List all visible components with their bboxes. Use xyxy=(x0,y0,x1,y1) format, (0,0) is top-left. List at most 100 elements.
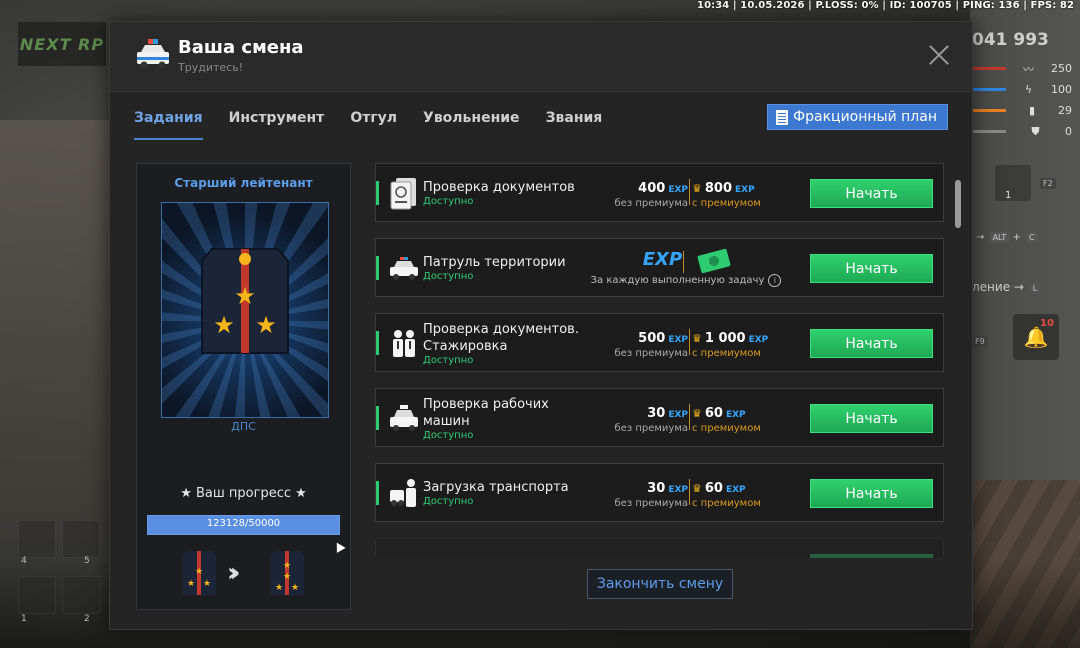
double-chevron-icon: ›› xyxy=(227,558,241,588)
ammo-icon: ▮ xyxy=(1028,104,1036,117)
svg-text:★: ★ xyxy=(283,561,291,571)
ammo-bar xyxy=(972,109,1006,112)
start-button[interactable]: Начать xyxy=(810,179,933,208)
close-icon[interactable] xyxy=(926,42,952,68)
tab-resignation[interactable]: Увольнение xyxy=(423,110,520,140)
shoulder-board-icon: ★ ★ ★ xyxy=(201,248,289,354)
tab-time-off[interactable]: Отгул xyxy=(350,110,397,140)
rank-card: Старший лейтенант ★ ★ ★ ДПС ★ Ваш прогре… xyxy=(136,163,351,610)
end-shift-button[interactable]: Закончить смену xyxy=(587,569,733,599)
inventory-slot[interactable] xyxy=(62,520,100,558)
task-row: Проверка документов Доступно 400 EXP без п… xyxy=(375,163,944,222)
svg-text:★: ★ xyxy=(203,579,211,589)
slot-number: 2 xyxy=(84,614,90,624)
cash-icon xyxy=(697,247,732,274)
window-title: Ваша смена xyxy=(178,37,304,58)
shift-window: Ваша смена Трудитесь! Задания Инструмент… xyxy=(109,21,973,630)
svg-text:★: ★ xyxy=(283,572,291,582)
inventory-slot[interactable] xyxy=(62,576,100,614)
task-row-partial xyxy=(375,538,944,558)
task-name: Проверка документов xyxy=(423,180,575,195)
inventory-quickbar: 4 5 1 2 xyxy=(18,520,106,630)
task-name: Загрузка транспорта xyxy=(423,480,569,495)
progress-text: 123128/50000 xyxy=(206,518,281,529)
taxi-icon xyxy=(390,405,418,431)
task-reward: 400 EXP без премиума ♛ 800 EXP с премиумом xyxy=(614,179,761,209)
task-status: Доступно xyxy=(423,271,474,282)
key-f9: F9 xyxy=(972,336,988,347)
faction-plan-button[interactable]: Фракционный план xyxy=(767,104,948,130)
svg-text:★: ★ xyxy=(213,311,235,339)
money-counter: 041 993 xyxy=(972,30,1049,50)
svg-text:★: ★ xyxy=(195,567,203,577)
task-row: Проверка документов. Стажировка Доступно… xyxy=(375,313,944,372)
task-reward: 30 EXP без премиума ♛ 60 EXP с премиумом xyxy=(614,479,761,509)
food-icon: ϟ xyxy=(1024,83,1033,96)
hud-stat-food: ϟ 100 xyxy=(972,79,1072,100)
task-scrollbar[interactable] xyxy=(955,174,961,554)
task-row: Патруль территории Доступно EXP За кажду… xyxy=(375,238,944,297)
hint-alt-c: → ALT + C xyxy=(976,232,1038,243)
crown-icon: ♛ xyxy=(692,182,702,195)
task-name: Патруль территории xyxy=(423,255,566,270)
rank-name: Старший лейтенант xyxy=(174,176,313,190)
task-status: Доступно xyxy=(423,355,474,366)
loader-icon xyxy=(390,479,416,507)
task-reward: 30 EXP без премиума ♛ 60 EXP с премиумом xyxy=(614,404,761,434)
task-reward: EXP За каждую выполненную задачу i xyxy=(586,247,786,287)
task-row: Проверка рабочих машин Доступно 30 EXP без… xyxy=(375,388,944,447)
shield-icon: ⛊ xyxy=(1031,124,1040,138)
task-name: Проверка документов. Стажировка xyxy=(423,322,579,354)
task-row: Загрузка транспорта Доступно 30 EXP без пр… xyxy=(375,463,944,522)
slot-number: 4 xyxy=(21,556,27,566)
hud-stat-armor: ⛊ 0 xyxy=(972,121,1072,142)
hint-l: ление → L xyxy=(972,280,1041,294)
next-rank-icon: ★ ★ ★ ★ xyxy=(270,551,304,595)
svg-text:★: ★ xyxy=(234,282,256,310)
start-button[interactable]: Начать xyxy=(810,329,933,358)
rank-insignia: ★ ★ ★ xyxy=(161,202,329,418)
document-icon xyxy=(776,109,789,125)
svg-text:★: ★ xyxy=(187,579,195,589)
police-car-icon xyxy=(137,39,169,69)
task-status: Доступно xyxy=(423,496,474,507)
crown-icon: ♛ xyxy=(692,482,702,495)
inventory-slot[interactable] xyxy=(18,576,56,614)
status-line: 10:34 | 10.05.2026 | P.LOSS: 0% | ID: 10… xyxy=(697,0,1074,11)
task-status: Доступно xyxy=(423,196,474,207)
rank-transition: ★ ★ ★ ›› ★ ★ ★ ★ xyxy=(181,548,307,596)
start-button[interactable]: Начать xyxy=(810,479,933,508)
start-button[interactable]: Начать xyxy=(810,254,933,283)
health-bar xyxy=(972,67,1006,70)
notification-count: 10 xyxy=(1040,318,1054,329)
slot-number: 5 xyxy=(84,556,90,566)
current-rank-icon: ★ ★ ★ xyxy=(182,551,216,595)
info-icon[interactable]: i xyxy=(768,274,782,287)
window-header: Ваша смена Трудитесь! xyxy=(110,22,972,92)
crown-icon: ♛ xyxy=(692,332,702,345)
start-button[interactable] xyxy=(810,554,933,558)
background-wall xyxy=(0,120,120,540)
tab-ranks[interactable]: Звания xyxy=(546,110,603,140)
inventory-slot[interactable] xyxy=(18,520,56,558)
officers-icon xyxy=(393,330,415,357)
tab-tools[interactable]: Инструмент xyxy=(229,110,325,140)
slot-count: 1 xyxy=(1005,190,1012,201)
tab-tasks[interactable]: Задания xyxy=(134,110,203,140)
scrollbar-thumb[interactable] xyxy=(955,180,961,228)
server-logo: NEXT RP xyxy=(18,22,106,66)
weapon-slot[interactable] xyxy=(995,165,1031,201)
rank-progress-bar: 123128/50000 xyxy=(147,515,340,535)
rank-branch: ДПС xyxy=(231,420,256,433)
window-subtitle: Трудитесь! xyxy=(178,61,244,74)
slot-number: 1 xyxy=(21,614,27,624)
task-name: Проверка рабочих машин xyxy=(423,397,549,429)
progress-label: ★ Ваш прогресс ★ xyxy=(180,486,307,501)
hud-stat-health: 〰 250 xyxy=(972,58,1072,79)
svg-text:★: ★ xyxy=(291,583,299,593)
start-button[interactable]: Начать xyxy=(810,404,933,433)
food-bar xyxy=(972,88,1006,91)
heartbeat-icon: 〰 xyxy=(1023,62,1034,76)
passport-icon xyxy=(390,178,416,210)
tab-bar: Задания Инструмент Отгул Увольнение Зван… xyxy=(134,110,628,140)
